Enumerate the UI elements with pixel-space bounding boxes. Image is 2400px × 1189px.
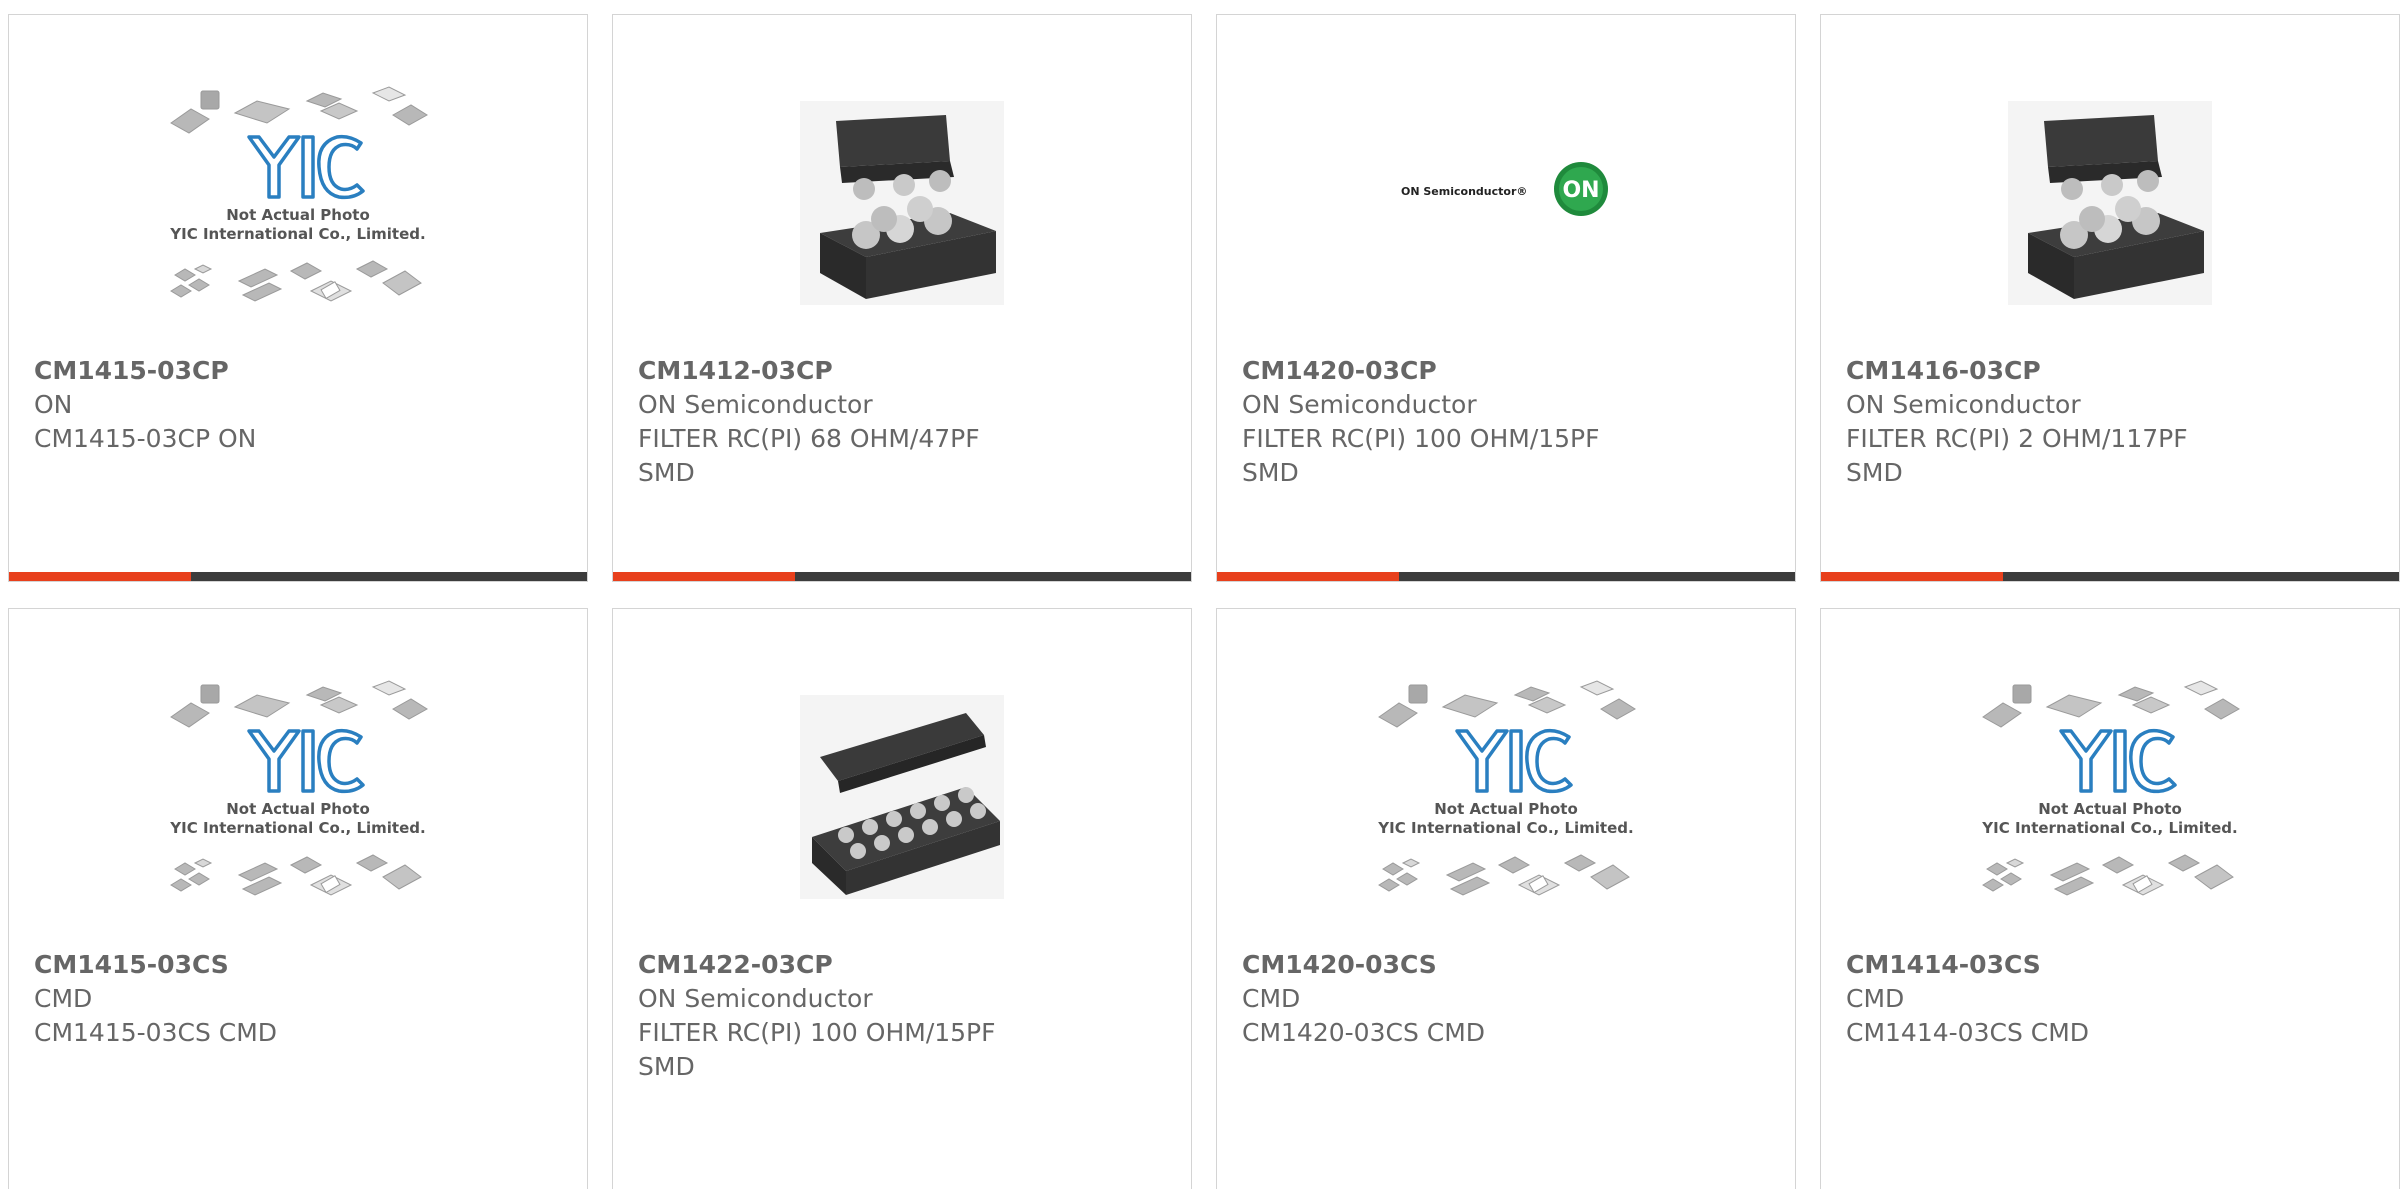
description-label: CM1420-03CS CMD bbox=[1242, 1018, 1486, 1047]
product-info: CM1422-03CP ON Semiconductor FILTER RC(P… bbox=[638, 948, 1041, 1084]
product-info: CM1416-03CP ON Semiconductor FILTER RC(P… bbox=[1846, 354, 2249, 490]
part-number-link[interactable]: CM1414-03CS bbox=[1846, 948, 2249, 982]
manufacturer-label: ON bbox=[34, 390, 73, 419]
manufacturer-label: ON Semiconductor bbox=[638, 984, 873, 1013]
description-label: CM1414-03CS CMD bbox=[1846, 1018, 2090, 1047]
placeholder-image[interactable] bbox=[9, 679, 587, 951]
part-number-link[interactable]: CM1416-03CP bbox=[1846, 354, 2249, 388]
manufacturer-label: CMD bbox=[1846, 984, 1905, 1013]
card-accent-bar bbox=[9, 572, 191, 581]
manufacturer-label: CMD bbox=[34, 984, 93, 1013]
description-label: FILTER RC(PI) 68 OHM/47PF SMD bbox=[638, 424, 980, 487]
description-label: FILTER RC(PI) 100 OHM/15PF SMD bbox=[638, 1018, 996, 1081]
manufacturer-label: ON Semiconductor bbox=[1242, 390, 1477, 419]
product-info: CM1414-03CS CMD CM1414-03CS CMD bbox=[1846, 948, 2249, 1050]
manufacturer-label: ON Semiconductor bbox=[638, 390, 873, 419]
part-number-link[interactable]: CM1422-03CP bbox=[638, 948, 1041, 982]
product-info: CM1412-03CP ON Semiconductor FILTER RC(P… bbox=[638, 354, 1041, 490]
product-grid: CM1415-03CP ON CM1415-03CP ON CM1412-03C… bbox=[8, 14, 2400, 1189]
manufacturer-label: CMD bbox=[1242, 984, 1301, 1013]
part-number-link[interactable]: CM1415-03CS bbox=[34, 948, 437, 982]
chip-small-image[interactable] bbox=[1821, 101, 2399, 373]
product-card[interactable]: CM1412-03CP ON Semiconductor FILTER RC(P… bbox=[612, 14, 1192, 582]
part-number-link[interactable]: CM1412-03CP bbox=[638, 354, 1041, 388]
product-card[interactable]: CM1415-03CS CMD CM1415-03CS CMD bbox=[8, 608, 588, 1189]
on-mark-text: ON bbox=[1562, 178, 1599, 203]
part-number-link[interactable]: CM1415-03CP bbox=[34, 354, 437, 388]
product-info: CM1415-03CS CMD CM1415-03CS CMD bbox=[34, 948, 437, 1050]
product-card[interactable]: ON Semiconductor® ON CM1420-03CP ON Semi… bbox=[1216, 14, 1796, 582]
on-brand-text: ON Semiconductor® bbox=[1401, 185, 1527, 198]
card-bottom-bar bbox=[1821, 572, 2399, 581]
part-number-link[interactable]: CM1420-03CS bbox=[1242, 948, 1645, 982]
product-card[interactable]: CM1415-03CP ON CM1415-03CP ON bbox=[8, 14, 588, 582]
placeholder-image[interactable] bbox=[1821, 679, 2399, 951]
chip-long-image[interactable] bbox=[613, 695, 1191, 967]
placeholder-image[interactable] bbox=[9, 85, 587, 357]
card-accent-bar bbox=[613, 572, 795, 581]
product-info: CM1415-03CP ON CM1415-03CP ON bbox=[34, 354, 437, 456]
product-card[interactable]: CM1420-03CS CMD CM1420-03CS CMD bbox=[1216, 608, 1796, 1189]
manufacturer-label: ON Semiconductor bbox=[1846, 390, 2081, 419]
description-label: FILTER RC(PI) 100 OHM/15PF SMD bbox=[1242, 424, 1600, 487]
product-info: CM1420-03CP ON Semiconductor FILTER RC(P… bbox=[1242, 354, 1645, 490]
product-info: CM1420-03CS CMD CM1420-03CS CMD bbox=[1242, 948, 1645, 1050]
product-card[interactable]: CM1422-03CP ON Semiconductor FILTER RC(P… bbox=[612, 608, 1192, 1189]
description-label: CM1415-03CP ON bbox=[34, 424, 257, 453]
chip-small-image[interactable] bbox=[613, 101, 1191, 373]
part-number-link[interactable]: CM1420-03CP bbox=[1242, 354, 1645, 388]
product-card[interactable]: CM1416-03CP ON Semiconductor FILTER RC(P… bbox=[1820, 14, 2400, 582]
card-accent-bar bbox=[1821, 572, 2003, 581]
card-bottom-bar bbox=[9, 572, 587, 581]
description-label: FILTER RC(PI) 2 OHM/117PF SMD bbox=[1846, 424, 2188, 487]
product-card[interactable]: CM1414-03CS CMD CM1414-03CS CMD bbox=[1820, 608, 2400, 1189]
card-accent-bar bbox=[1217, 572, 1399, 581]
description-label: CM1415-03CS CMD bbox=[34, 1018, 278, 1047]
card-bottom-bar bbox=[613, 572, 1191, 581]
placeholder-image[interactable] bbox=[1217, 679, 1795, 951]
card-bottom-bar bbox=[1217, 572, 1795, 581]
